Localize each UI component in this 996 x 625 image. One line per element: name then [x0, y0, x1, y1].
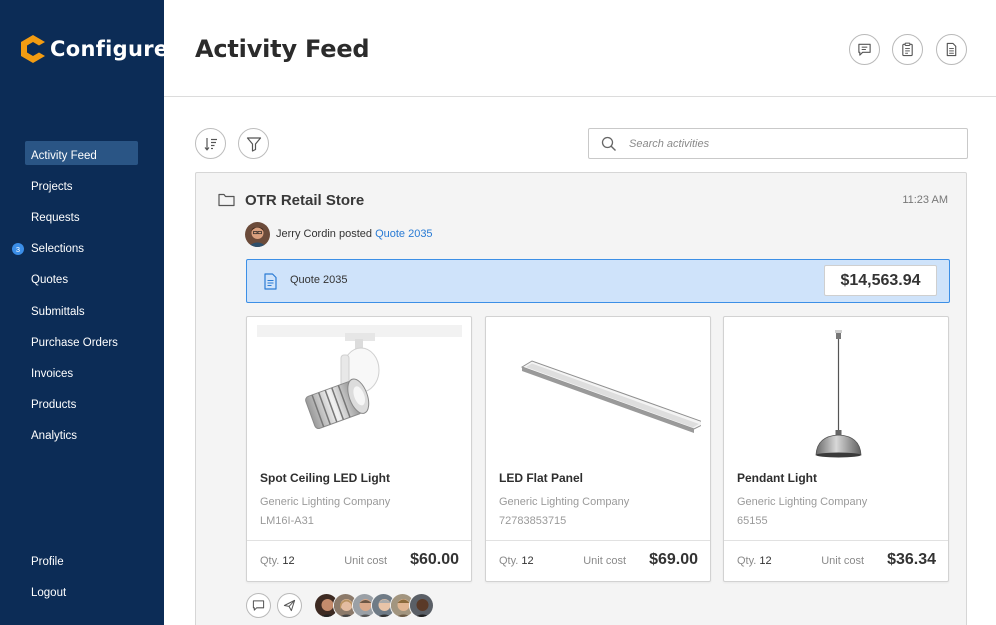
clipboard-icon [902, 42, 913, 57]
sidebar-item-label: Profile [31, 555, 64, 568]
sidebar-bottom-nav: Profile Logout [0, 546, 164, 608]
sidebar-item-activity-feed[interactable]: Activity Feed [0, 140, 164, 171]
product-sku: 72783853715 [499, 515, 567, 527]
page-header: Activity Feed [164, 0, 996, 97]
comment-button[interactable] [246, 593, 271, 618]
folder-icon [218, 193, 235, 207]
product-name: Spot Ceiling LED Light [260, 471, 390, 485]
activity-action: posted [338, 228, 372, 240]
activity-description: Jerry Cordin posted Quote 2035 [276, 228, 433, 240]
product-image [496, 325, 708, 460]
product-price: $69.00 [649, 551, 698, 568]
sidebar-item-profile[interactable]: Profile [0, 546, 164, 577]
product-sku: LM16I-A31 [260, 515, 314, 527]
sidebar-item-label: Quotes [31, 274, 69, 287]
unit-cost-label: Unit cost [344, 555, 387, 567]
sort-icon [204, 137, 217, 151]
comment-icon [252, 600, 265, 611]
user-name[interactable]: Jerry Cordin [276, 228, 336, 240]
sidebar-item-quotes[interactable]: Quotes [0, 265, 164, 296]
sidebar-item-label: Invoices [31, 367, 74, 380]
product-image [257, 325, 462, 460]
search-icon [601, 136, 616, 151]
sidebar-item-label: Requests [31, 211, 80, 224]
tasks-button[interactable] [892, 34, 923, 65]
filter-button[interactable] [238, 128, 269, 159]
activity-time: 11:23 AM [902, 194, 948, 206]
product-company: Generic Lighting Company [260, 496, 391, 508]
sidebar-item-selections[interactable]: 3 Selections [0, 234, 164, 265]
sidebar-item-label: Logout [31, 586, 67, 599]
sidebar-item-label: Activity Feed [31, 149, 97, 162]
user-avatar-icon [245, 222, 270, 247]
sidebar-item-label: Analytics [31, 430, 78, 443]
sidebar: Configure Activity Feed Projects Request… [0, 0, 168, 625]
sidebar-item-invoices[interactable]: Invoices [0, 358, 164, 389]
quote-document-icon [264, 273, 277, 290]
product-card[interactable]: Pendant Light Generic Lighting Company 6… [723, 316, 949, 582]
spot-light-image [257, 325, 462, 429]
sidebar-item-submittals[interactable]: Submittals [0, 296, 164, 327]
product-price: $60.00 [410, 551, 459, 568]
sidebar-item-products[interactable]: Products [0, 390, 164, 421]
search-input[interactable] [629, 137, 929, 150]
sidebar-item-logout[interactable]: Logout [0, 577, 164, 608]
app-name: Configure [50, 37, 169, 61]
sidebar-item-analytics[interactable]: Analytics [0, 421, 164, 452]
product-company: Generic Lighting Company [499, 496, 630, 508]
product-name: LED Flat Panel [499, 471, 584, 485]
chat-icon [858, 43, 871, 56]
search-bar [588, 128, 968, 159]
product-qty: Qty. 12 [260, 555, 295, 567]
unit-cost-label: Unit cost [821, 555, 864, 567]
send-icon [283, 599, 296, 612]
sidebar-item-label: Purchase Orders [31, 336, 118, 349]
unit-cost-label: Unit cost [583, 555, 626, 567]
product-qty: Qty. 12 [737, 555, 772, 567]
project-title[interactable]: OTR Retail Store [245, 192, 364, 209]
sidebar-item-label: Submittals [31, 305, 85, 318]
avatar[interactable] [409, 593, 434, 618]
sidebar-item-label: Products [31, 399, 77, 412]
sort-button[interactable] [195, 128, 226, 159]
product-image [734, 325, 939, 460]
quote-label: Quote 2035 [290, 274, 348, 286]
quote-amount: $14,563.94 [824, 265, 937, 296]
divider [724, 540, 948, 541]
sidebar-item-projects[interactable]: Projects [0, 171, 164, 202]
flat-panel-image [520, 360, 708, 433]
product-price: $36.34 [887, 551, 936, 568]
product-qty: Qty. 12 [499, 555, 534, 567]
participants-list [314, 593, 434, 618]
document-icon [946, 42, 957, 57]
product-name: Pendant Light [737, 471, 817, 485]
avatar[interactable] [245, 222, 270, 247]
product-card[interactable]: Spot Ceiling LED Light Generic Lighting … [246, 316, 472, 582]
product-company: Generic Lighting Company [737, 496, 868, 508]
sidebar-item-requests[interactable]: Requests [0, 202, 164, 233]
quote-summary[interactable]: Quote 2035 $14,563.94 [246, 259, 950, 303]
sidebar-item-purchase-orders[interactable]: Purchase Orders [0, 327, 164, 358]
pendant-light-image [815, 330, 862, 458]
sidebar-item-label: Projects [31, 180, 73, 193]
send-button[interactable] [277, 593, 302, 618]
divider [486, 540, 710, 541]
app-logo[interactable]: Configure [20, 34, 168, 64]
messages-button[interactable] [849, 34, 880, 65]
documents-button[interactable] [936, 34, 967, 65]
sidebar-nav: Activity Feed Projects Requests 3 Select… [0, 140, 164, 452]
divider [247, 540, 471, 541]
configure-logo-icon [21, 35, 45, 63]
participant-avatar-icon [410, 594, 433, 617]
product-sku: 65155 [737, 515, 768, 527]
activity-card: OTR Retail Store 11:23 AM Jerry Cordin p… [195, 172, 967, 625]
page-title: Activity Feed [195, 35, 370, 63]
filter-icon [246, 136, 261, 152]
product-card[interactable]: LED Flat Panel Generic Lighting Company … [485, 316, 711, 582]
quote-link[interactable]: Quote 2035 [375, 228, 433, 240]
